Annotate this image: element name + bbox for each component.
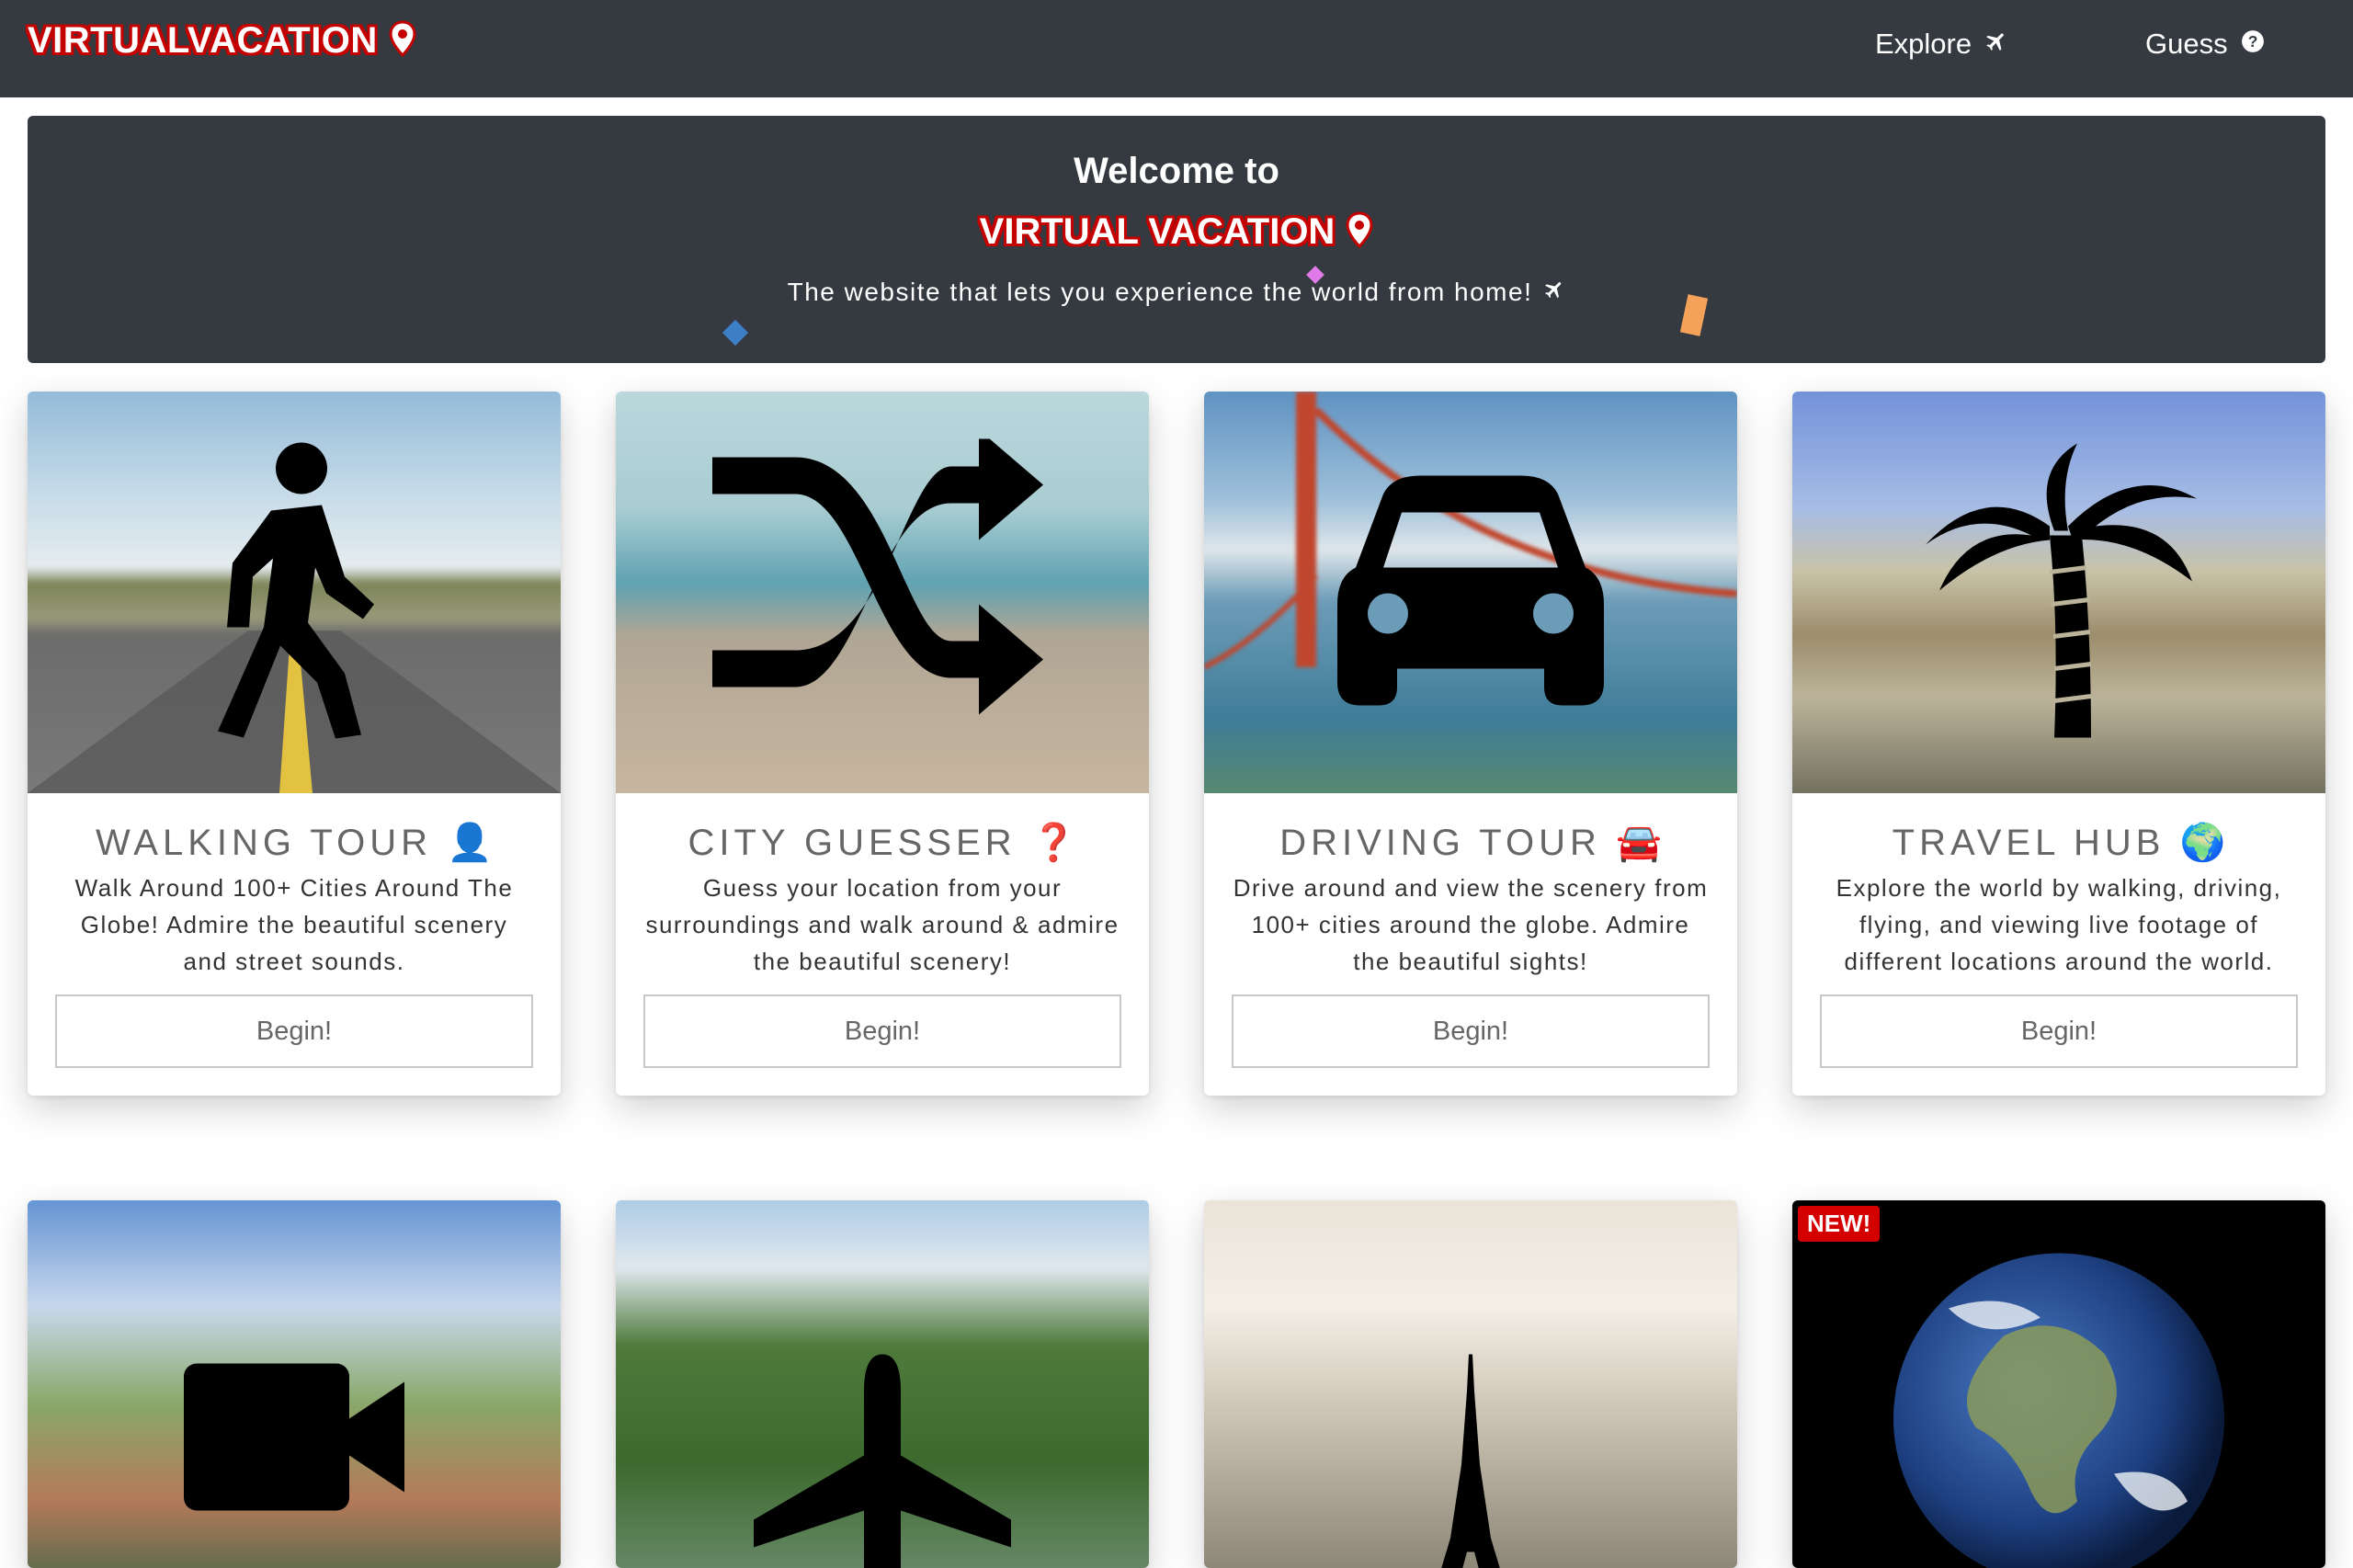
card-driving-tour: DRIVING TOUR 🚘 Drive around and view the… <box>1204 392 1737 1096</box>
card-flight <box>616 1200 1149 1568</box>
card-image <box>616 392 1149 793</box>
card-walking-tour: WALKING TOUR 👤 Walk Around 100+ Cities A… <box>28 392 561 1096</box>
card-paris <box>1204 1200 1737 1568</box>
globe-emoji-icon: 🌍 <box>2180 823 2226 863</box>
hero-tagline: The website that lets you experience the… <box>28 278 2325 307</box>
card-title: DRIVING TOUR 🚘 <box>1204 821 1737 864</box>
card-image <box>616 1200 1149 1568</box>
nav-guess-link[interactable]: Guess ? <box>2145 28 2265 61</box>
plane-icon <box>1543 278 1565 307</box>
card-image: NEW! <box>1792 1200 2325 1568</box>
begin-walking-tour-button[interactable]: Begin! <box>55 994 533 1068</box>
brand-text: VIRTUALVACATION <box>28 20 378 62</box>
begin-city-guesser-button[interactable]: Begin! <box>643 994 1121 1068</box>
hero-welcome-text: Welcome to <box>28 151 2325 192</box>
brand-logo[interactable]: VIRTUALVACATION <box>28 20 416 62</box>
card-image <box>1204 1200 1737 1568</box>
shuffle-icon <box>712 438 1052 746</box>
walking-person-icon <box>207 438 381 746</box>
card-city-guesser: CITY GUESSER ❓ Guess your location from … <box>616 392 1149 1096</box>
begin-driving-tour-button[interactable]: Begin! <box>1232 994 1710 1068</box>
person-emoji-icon: 👤 <box>447 823 493 863</box>
map-pin-icon <box>1346 211 1373 253</box>
card-title-text: TRAVEL HUB <box>1893 823 2165 863</box>
nav-explore-link[interactable]: Explore <box>1875 28 2008 61</box>
card-title-text: DRIVING TOUR <box>1279 823 1601 863</box>
nav-explore-label: Explore <box>1875 28 1972 61</box>
card-description: Drive around and view the scenery from 1… <box>1204 864 1737 994</box>
card-image <box>1792 392 2325 793</box>
airplane-icon <box>754 1355 1011 1568</box>
map-pin-icon <box>389 20 416 62</box>
confetti-piece <box>717 314 754 351</box>
question-mark-emoji-icon: ❓ <box>1031 823 1077 863</box>
nav-guess-label: Guess <box>2145 28 2228 61</box>
card-image <box>1204 392 1737 793</box>
card-earth: NEW! <box>1792 1200 2325 1568</box>
hero-brand: VIRTUAL VACATION <box>28 211 2325 253</box>
card-travel-hub: TRAVEL HUB 🌍 Explore the world by walkin… <box>1792 392 2325 1096</box>
confetti-piece <box>1302 261 1329 289</box>
new-badge: NEW! <box>1798 1206 1880 1242</box>
card-title: WALKING TOUR 👤 <box>28 821 561 864</box>
card-title-text: CITY GUESSER <box>688 823 1016 863</box>
card-description: Walk Around 100+ Cities Around The Globe… <box>28 864 561 994</box>
card-description: Guess your location from your surroundin… <box>616 864 1149 994</box>
welcome-banner: Welcome to VIRTUAL VACATION The website … <box>28 116 2325 363</box>
svg-text:?: ? <box>2247 32 2257 51</box>
plane-icon <box>1984 28 2008 61</box>
palm-tree-icon <box>1921 443 2197 742</box>
earth-globe-icon <box>1893 1254 2224 1568</box>
hero-tagline-text: The website that lets you experience the… <box>788 278 1533 307</box>
video-camera-icon <box>184 1364 404 1516</box>
navbar: VIRTUALVACATION Explore Guess ? <box>0 0 2353 97</box>
car-emoji-icon: 🚘 <box>1616 823 1662 863</box>
card-title: CITY GUESSER ❓ <box>616 821 1149 864</box>
card-description: Explore the world by walking, driving, f… <box>1792 864 2325 994</box>
begin-travel-hub-button[interactable]: Begin! <box>1820 994 2298 1068</box>
card-image <box>28 392 561 793</box>
car-icon <box>1337 475 1604 710</box>
confetti-piece <box>1671 289 1717 344</box>
card-live-video <box>28 1200 561 1568</box>
question-circle-icon: ? <box>2241 28 2265 61</box>
card-title-text: WALKING TOUR <box>96 823 432 863</box>
card-title: TRAVEL HUB 🌍 <box>1792 821 2325 864</box>
hero-brand-text: VIRTUAL VACATION <box>980 211 1336 253</box>
eiffel-tower-icon <box>1434 1355 1507 1568</box>
card-image <box>28 1200 561 1568</box>
